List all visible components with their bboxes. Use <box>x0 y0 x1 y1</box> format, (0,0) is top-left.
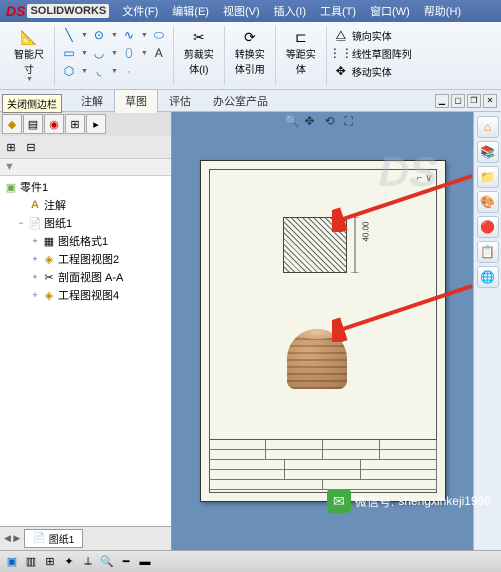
polygon-tool-icon[interactable]: ⬡ <box>61 63 77 79</box>
tree-tab-property[interactable]: ▤ <box>23 114 43 134</box>
task-library-icon[interactable]: 📚 <box>477 141 499 163</box>
chevron-down-icon: ▼ <box>26 76 33 83</box>
drawing-canvas[interactable]: DS 🔍 ✥ ⟲ ⛶ ⌐ ∨ 40.00 <box>172 112 473 550</box>
arc-tool-icon[interactable]: ◡ <box>91 45 107 61</box>
scissors-icon: ✂ <box>190 28 208 46</box>
tree-item-view4[interactable]: + ◈ 工程图视图4 <box>2 286 169 304</box>
menu-help[interactable]: 帮助(H) <box>419 1 466 21</box>
tab-sketch[interactable]: 草图 <box>114 89 158 113</box>
convert-icon: ⟳ <box>241 28 259 46</box>
window-close-icon[interactable]: ✕ <box>483 94 497 108</box>
pan-icon[interactable]: ✥ <box>305 114 321 130</box>
tree-item-section-aa[interactable]: + ✂ 剖面视图 A-A <box>2 268 169 286</box>
offset-icon: ⊏ <box>292 28 310 46</box>
menu-window[interactable]: 窗口(W) <box>365 1 415 21</box>
convert-button[interactable]: ⟳ 转换实 体引用 <box>231 26 269 78</box>
command-tabs: 视图布局 注解 草图 评估 办公室产品 ▁ ▢ ❐ ✕ <box>0 90 501 112</box>
app-logo-text: SOLIDWORKS <box>27 4 109 18</box>
view-icon: ◈ <box>42 288 56 302</box>
status-zoom-icon[interactable]: 🔍 <box>99 554 115 570</box>
feature-tree-panel: ◆ ▤ ◉ ⊞ ▸ ⊞ ⊟ ▼ ▣ 零件1 A 注解 − 📄 图纸1 <box>0 112 172 550</box>
tree-tab-config[interactable]: ◉ <box>44 114 64 134</box>
status-units-icon[interactable]: ⟂ <box>80 554 96 570</box>
smart-dimension-button[interactable]: 📐 智能尺 寸 ▼ <box>10 26 48 85</box>
rotate-icon[interactable]: ⟲ <box>325 114 341 130</box>
task-properties-icon[interactable]: 📋 <box>477 241 499 263</box>
tree-root[interactable]: ▣ 零件1 <box>2 178 169 196</box>
rect-tool-icon[interactable]: ▭ <box>61 45 77 61</box>
slot-tool-icon[interactable]: ⬭ <box>151 27 167 43</box>
fit-icon[interactable]: ⛶ <box>345 114 361 130</box>
tree-collapse-icon[interactable]: ⊟ <box>22 138 40 156</box>
move-label[interactable]: 移动实体 <box>352 64 392 79</box>
tree-item-sheet1[interactable]: − 📄 图纸1 <box>2 214 169 232</box>
status-sheet-icon[interactable]: ▥ <box>23 554 39 570</box>
part-icon: ▣ <box>4 180 18 194</box>
circle-tool-icon[interactable]: ⊙ <box>91 27 107 43</box>
tree-item-view2[interactable]: + ◈ 工程图视图2 <box>2 250 169 268</box>
ribbon: 📐 智能尺 寸 ▼ ╲▼ ⊙▼ ∿▼ ⬭ ▭▼ ◡▼ ⬯▼ A ⬡▼ ◟▼ · … <box>0 22 501 90</box>
view-icon: ◈ <box>42 252 56 266</box>
fillet-tool-icon[interactable]: ◟ <box>91 63 107 79</box>
status-color-icon[interactable]: ▬ <box>137 554 153 570</box>
format-icon: ▦ <box>42 234 56 248</box>
ds-watermark-icon: DS <box>379 148 437 196</box>
sheet-tab[interactable]: 📄 图纸1 <box>24 529 83 548</box>
point-tool-icon[interactable]: · <box>121 63 137 79</box>
text-tool-icon[interactable]: A <box>151 45 167 61</box>
status-snap-icon[interactable]: ✦ <box>61 554 77 570</box>
tree-tab-dim[interactable]: ⊞ <box>65 114 85 134</box>
section-icon: ✂ <box>42 270 56 284</box>
title-bar: DS SOLIDWORKS 文件(F) 编辑(E) 视图(V) 插入(I) 工具… <box>0 0 501 22</box>
menu-insert[interactable]: 插入(I) <box>269 1 311 21</box>
red-arrow-bottom <box>332 282 482 342</box>
menu-bar: 文件(F) 编辑(E) 视图(V) 插入(I) 工具(T) 窗口(W) 帮助(H… <box>117 1 466 21</box>
filter-icon[interactable]: ▼ <box>4 161 15 173</box>
mirror-label[interactable]: 镜向实体 <box>352 28 392 43</box>
menu-tools[interactable]: 工具(T) <box>315 1 361 21</box>
tab-office[interactable]: 办公室产品 <box>202 89 279 113</box>
status-bar: ▣ ▥ ⊞ ✦ ⟂ 🔍 ━ ▬ <box>0 550 501 572</box>
wechat-watermark: ✉ 微信号: shengxinkeji1996 <box>327 489 491 513</box>
menu-view[interactable]: 视图(V) <box>218 1 265 21</box>
feature-tree: ▣ 零件1 A 注解 − 📄 图纸1 + ▦ 图纸格式1 + ◈ 工程图视图 <box>0 176 171 526</box>
status-grid-icon[interactable]: ⊞ <box>42 554 58 570</box>
annotation-icon: A <box>28 198 42 212</box>
zoom-icon[interactable]: 🔍 <box>285 114 301 130</box>
dimension-icon: 📐 <box>20 28 38 46</box>
tree-tab-feature[interactable]: ◆ <box>2 114 22 134</box>
pattern-icon[interactable]: ⋮⋮ <box>333 45 349 61</box>
status-model-icon[interactable]: ▣ <box>4 554 20 570</box>
task-home-icon[interactable]: ⌂ <box>477 116 499 138</box>
main-area: ◆ ▤ ◉ ⊞ ▸ ⊞ ⊟ ▼ ▣ 零件1 A 注解 − 📄 图纸1 <box>0 112 501 550</box>
sheet-icon: 📄 <box>33 533 45 544</box>
tab-evaluate[interactable]: 评估 <box>158 89 202 113</box>
trim-button[interactable]: ✂ 剪裁实 体(I) <box>180 26 218 78</box>
menu-edit[interactable]: 编辑(E) <box>167 1 214 21</box>
smart-dim-label: 智能尺 寸 <box>14 46 44 76</box>
status-line-icon[interactable]: ━ <box>118 554 134 570</box>
line-tool-icon[interactable]: ╲ <box>61 27 77 43</box>
tree-item-annotation[interactable]: A 注解 <box>2 196 169 214</box>
spline-tool-icon[interactable]: ∿ <box>121 27 137 43</box>
sheet-icon: 📄 <box>28 216 42 230</box>
mirror-icon[interactable]: ⧋ <box>333 27 349 43</box>
ellipse-tool-icon[interactable]: ⬯ <box>121 45 137 61</box>
title-block[interactable] <box>209 439 437 493</box>
tree-tab-display[interactable]: ▸ <box>86 114 106 134</box>
tab-annotate[interactable]: 注解 <box>70 89 114 113</box>
tree-item-sheet-format[interactable]: + ▦ 图纸格式1 <box>2 232 169 250</box>
menu-file[interactable]: 文件(F) <box>117 1 163 21</box>
tree-expand-icon[interactable]: ⊞ <box>2 138 20 156</box>
close-sidebar-tooltip: 关闭侧边栏 <box>2 94 62 113</box>
window-max-icon[interactable]: ▢ <box>451 94 465 108</box>
window-restore-icon[interactable]: ❐ <box>467 94 481 108</box>
wechat-icon: ✉ <box>327 489 351 513</box>
pattern-label[interactable]: 线性草图阵列 <box>352 46 412 61</box>
offset-button[interactable]: ⊏ 等距实 体 <box>282 26 320 78</box>
move-icon[interactable]: ✥ <box>333 63 349 79</box>
app-logo-ds: DS <box>6 3 25 19</box>
window-min-icon[interactable]: ▁ <box>435 94 449 108</box>
